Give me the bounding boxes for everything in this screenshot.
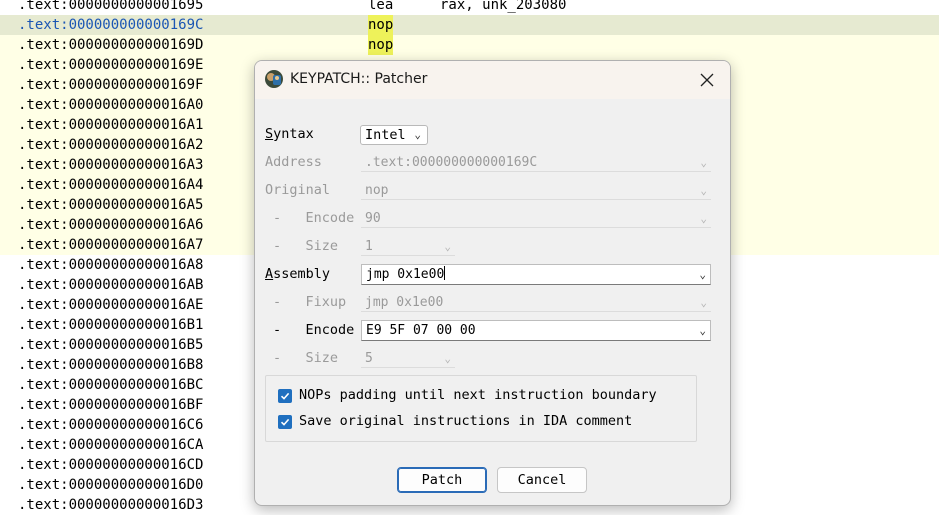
- close-icon: [700, 73, 714, 87]
- listing-row[interactable]: .text:000000000000169D nop: [0, 35, 939, 55]
- size-field: 5 ⌄: [361, 349, 455, 368]
- chevron-down-icon[interactable]: ⌄: [699, 321, 706, 340]
- assembly-value: jmp 0x1e00: [366, 266, 446, 282]
- chevron-down-icon[interactable]: ⌄: [699, 265, 706, 284]
- address-value: .text:000000000000169C: [365, 155, 538, 170]
- title-bar: KEYPATCH:: Patcher: [255, 61, 730, 99]
- listing-address: .text:00000000000016A3: [18, 157, 204, 173]
- original-label: Original: [265, 182, 331, 198]
- chevron-down-icon: ⌄: [700, 296, 707, 309]
- chevron-down-icon: ⌄: [700, 156, 707, 169]
- chevron-down-icon: ⌄: [700, 184, 707, 197]
- nop-padding-label[interactable]: NOPs padding until next instruction boun…: [299, 387, 657, 403]
- listing-address: .text:00000000000016A2: [18, 137, 204, 153]
- checkmark-icon: [280, 418, 290, 426]
- original-size-label: - Size: [273, 238, 339, 254]
- listing-mnemonic: nop: [368, 35, 394, 55]
- save-comment-label[interactable]: Save original instructions in IDA commen…: [299, 413, 632, 429]
- listing-operands: rax, unk_203080: [440, 0, 567, 13]
- listing-address: .text:00000000000016CA: [18, 437, 204, 453]
- listing-address: .text:000000000000169E: [18, 57, 204, 73]
- listing-mnemonic: lea: [368, 0, 394, 13]
- original-size-value: 1: [365, 239, 373, 254]
- listing-address: .text:000000000000169C: [18, 17, 204, 33]
- assembly-input[interactable]: jmp 0x1e00 ⌄: [361, 264, 711, 285]
- size-value: 5: [365, 351, 373, 366]
- listing-address: .text:00000000000016CD: [18, 457, 204, 473]
- chevron-down-icon: ⌄: [444, 240, 451, 253]
- fixup-label: - Fixup: [273, 294, 347, 310]
- close-button[interactable]: [692, 66, 722, 94]
- listing-mnemonic: nop: [368, 15, 394, 35]
- listing-address: .text:00000000000016B8: [18, 357, 204, 373]
- listing-address: .text:00000000000016A0: [18, 97, 204, 113]
- original-encode-value: 90: [365, 211, 381, 226]
- listing-address: .text:00000000000016A5: [18, 197, 204, 213]
- patch-button[interactable]: Patch: [397, 467, 487, 493]
- listing-row[interactable]: .text:000000000000169C nop: [0, 15, 939, 35]
- address-label: Address: [265, 154, 322, 170]
- listing-address: .text:00000000000016B5: [18, 337, 204, 353]
- listing-row[interactable]: .text:0000000000001695 lea rax, unk_203080: [0, 0, 939, 15]
- fixup-field: jmp 0x1e00 ⌄: [361, 293, 711, 312]
- options-group: NOPs padding until next instruction boun…: [265, 375, 697, 442]
- listing-address: .text:00000000000016D0: [18, 477, 204, 493]
- listing-address: .text:000000000000169F: [18, 77, 204, 93]
- original-field: nop ⌄: [361, 181, 711, 200]
- chevron-down-icon: ⌄: [414, 128, 421, 141]
- keypatch-dialog: KEYPATCH:: Patcher Syntax Intel ⌄ Addres…: [254, 60, 731, 506]
- original-value: nop: [365, 183, 389, 198]
- listing-address: .text:000000000000169D: [18, 37, 204, 53]
- listing-address: .text:00000000000016B1: [18, 317, 204, 333]
- listing-address: .text:00000000000016BC: [18, 377, 204, 393]
- syntax-value: Intel: [365, 127, 406, 143]
- encode-label: - Encode: [273, 322, 355, 338]
- keypatch-app-icon: [265, 70, 283, 88]
- chevron-down-icon: ⌄: [444, 352, 451, 365]
- dialog-title: KEYPATCH:: Patcher: [290, 71, 428, 87]
- save-comment-checkbox[interactable]: [278, 415, 292, 429]
- encode-value: E9 5F 07 00 00: [366, 323, 476, 338]
- listing-address: .text:00000000000016C6: [18, 417, 204, 433]
- checkmark-icon: [280, 392, 290, 400]
- listing-address: .text:0000000000001695: [18, 0, 204, 13]
- original-encode-field: 90 ⌄: [361, 209, 711, 228]
- assembly-label: Assembly: [265, 266, 331, 282]
- original-encode-label: - Encode: [273, 210, 355, 226]
- listing-address: .text:00000000000016D3: [18, 497, 204, 513]
- nop-padding-checkbox[interactable]: [278, 389, 292, 403]
- syntax-select[interactable]: Intel ⌄: [360, 125, 428, 145]
- size-label: - Size: [273, 350, 339, 366]
- listing-address: .text:00000000000016A7: [18, 237, 204, 253]
- fixup-value: jmp 0x1e00: [365, 295, 444, 310]
- listing-address: .text:00000000000016BF: [18, 397, 204, 413]
- syntax-label: Syntax: [265, 126, 314, 142]
- address-field: .text:000000000000169C ⌄: [361, 153, 711, 172]
- listing-address: .text:00000000000016A8: [18, 257, 204, 273]
- listing-address: .text:00000000000016A4: [18, 177, 204, 193]
- listing-address: .text:00000000000016AE: [18, 297, 204, 313]
- original-size-field: 1 ⌄: [361, 237, 455, 256]
- chevron-down-icon: ⌄: [700, 212, 707, 225]
- text-caret: [444, 266, 446, 280]
- listing-address: .text:00000000000016AB: [18, 277, 204, 293]
- cancel-button[interactable]: Cancel: [497, 467, 587, 493]
- listing-address: .text:00000000000016A6: [18, 217, 204, 233]
- encode-field[interactable]: E9 5F 07 00 00 ⌄: [361, 320, 711, 341]
- listing-address: .text:00000000000016A1: [18, 117, 204, 133]
